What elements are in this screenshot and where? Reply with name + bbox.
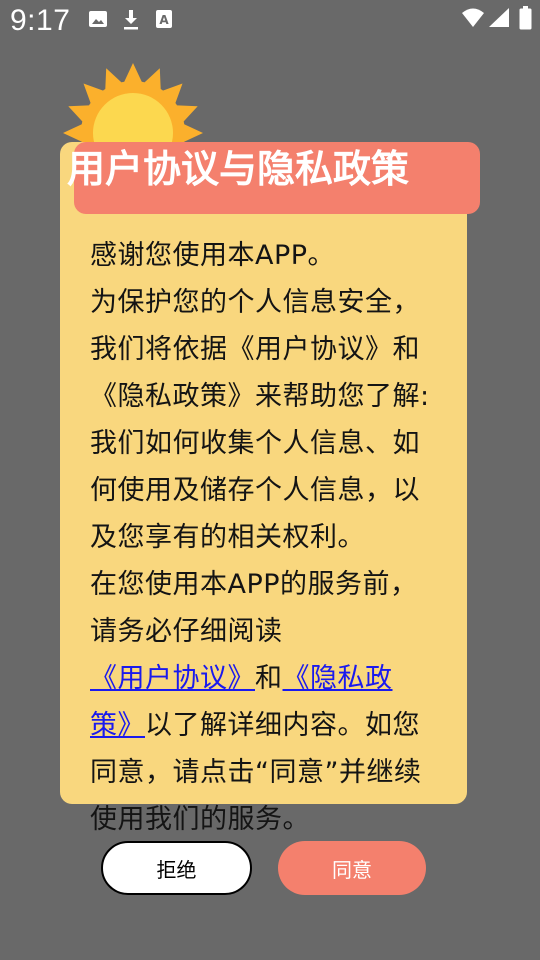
download-icon xyxy=(124,10,138,30)
dialog-body: 感谢您使用本APP。 为保护您的个人信息安全，我们将依据《用户协议》和《隐私政策… xyxy=(90,232,430,843)
photo-icon xyxy=(89,11,107,27)
status-bar: 9:17 A xyxy=(0,0,540,48)
a-notification-icon: A xyxy=(156,10,172,28)
wifi-icon xyxy=(462,8,484,27)
battery-icon xyxy=(519,6,532,30)
dialog-title: 用户协议与隐私政策 xyxy=(67,147,410,191)
reject-button[interactable]: 拒绝 xyxy=(101,841,252,895)
svg-text:A: A xyxy=(159,13,169,27)
body-paragraph-2: 在您使用本APP的服务前，请务必仔细阅读 《用户协议》和《隐私政策》以了解详细内容… xyxy=(90,561,430,843)
agree-button[interactable]: 同意 xyxy=(278,841,426,895)
body-paragraph: 为保护您的个人信息安全，我们将依据《用户协议》和《隐私政策》来帮助您了解: 我们… xyxy=(90,279,430,561)
intro-text: 感谢您使用本APP。 xyxy=(90,240,336,271)
user-agreement-link[interactable]: 《用户协议》 xyxy=(90,663,255,694)
and-text: 和 xyxy=(255,663,283,694)
status-time: 9:17 xyxy=(10,4,71,37)
body-text-part1: 为保护您的个人信息安全，我们将依据《用户协议》和《隐私政策》来帮助您了解: 我们… xyxy=(90,287,430,553)
body-text-part2: 在您使用本APP的服务前，请务必仔细阅读 xyxy=(90,569,418,647)
signal-icon xyxy=(489,8,509,27)
